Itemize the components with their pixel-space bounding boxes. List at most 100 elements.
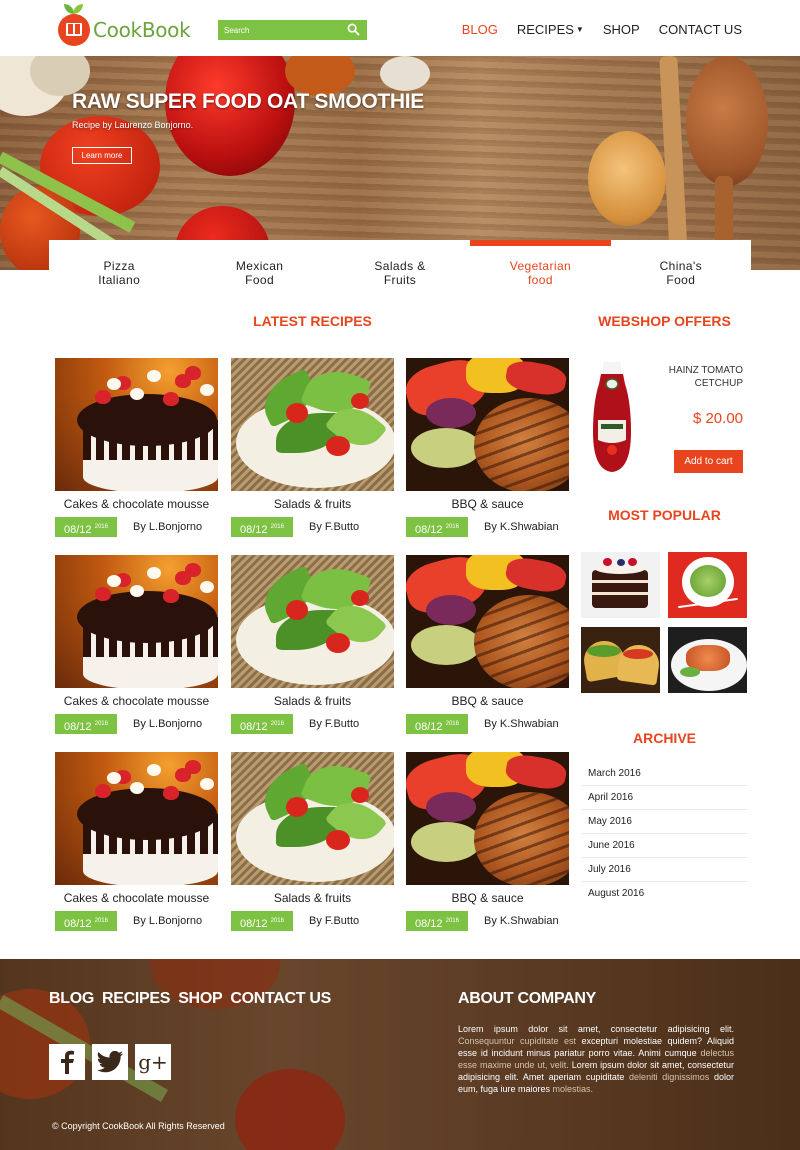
date-badge: 08/12 2016 [231,517,293,537]
recipe-card[interactable]: Cakes & chocolate mousse 08/12 2016 By L.B… [55,555,218,734]
recipe-meta: 08/12 2016 By K.Shwabian [406,517,569,537]
about-text-part: Consequuntur cupiditate est [458,1036,577,1046]
recipe-title[interactable]: Cakes & chocolate mousse [55,497,218,512]
nav-shop[interactable]: SHOP [603,22,640,37]
google-plus-icon[interactable]: g+ [135,1044,171,1080]
tab-label-line1: Vegetarian [509,259,572,273]
recipe-image[interactable] [231,752,394,885]
hero-banner: RAW SUPER FOOD OAT SMOOTHIE Recipe by La… [0,56,800,270]
archive-item[interactable]: April 2016 [582,786,747,810]
popular-item-tacos[interactable] [581,627,660,693]
recipe-author: By L.Bonjorno [133,521,203,533]
tab-pizza-italiano[interactable]: Pizza Italiano [49,240,189,298]
popular-item-salad[interactable] [668,552,747,618]
recipe-meta: 08/12 2016 By L.Bonjorno [55,714,218,734]
archive-item[interactable]: July 2016 [582,858,747,882]
archive-item[interactable]: March 2016 [582,762,747,786]
footer-nav-shop[interactable]: SHOP [178,990,222,1008]
nav-blog[interactable]: BLOG [462,22,498,37]
archive-item[interactable]: June 2016 [582,834,747,858]
date-day: 08/12 [415,918,443,930]
recipe-meta: 08/12 2016 By L.Bonjorno [55,911,218,931]
archive-item[interactable]: August 2016 [582,882,747,906]
tab-label-line2: Food [245,273,275,287]
add-to-cart-button[interactable]: Add to cart [674,450,743,473]
recipe-meta: 08/12 2016 By F.Butto [231,517,394,537]
recipe-title[interactable]: Cakes & chocolate mousse [55,891,218,906]
footer-nav-contact[interactable]: CONTACT US [230,990,331,1008]
tab-label-line2: Fruits [383,273,417,287]
recipe-card[interactable]: BBQ & sauce 08/12 2016 By K.Shwabian [406,752,569,931]
tab-mexican-food[interactable]: Mexican Food [189,240,329,298]
search-icon[interactable] [347,23,360,36]
popular-item-cake[interactable] [581,552,660,618]
popular-item-salmon[interactable] [668,627,747,693]
footer: BLOG RECIPES SHOP CONTACT US g+ © Copyri… [0,959,800,1150]
date-badge: 08/12 2016 [55,911,117,931]
webshop-title: WEBSHOP OFFERS [598,313,731,329]
archive-item[interactable]: May 2016 [582,810,747,834]
archive-list: March 2016 April 2016 May 2016 June 2016… [582,762,747,906]
tab-vegetarian-food[interactable]: Vegetarian food [470,240,612,298]
date-badge: 08/12 2016 [231,911,293,931]
recipe-image[interactable] [231,358,394,491]
date-year: 2016 [94,918,108,924]
date-year: 2016 [445,918,459,924]
footer-nav-blog[interactable]: BLOG [49,990,94,1008]
facebook-icon[interactable] [49,1044,85,1080]
date-day: 08/12 [64,524,92,536]
learn-more-button[interactable]: Learn more [72,147,132,164]
recipe-card[interactable]: Cakes & chocolate mousse 08/12 2016 By L.B… [55,752,218,931]
date-year: 2016 [94,524,108,530]
recipe-image[interactable] [406,555,569,688]
tab-label-line2: Food [666,273,696,287]
book-apple-icon [58,4,90,48]
search-input[interactable] [218,25,343,35]
recipe-card[interactable]: Salads & fruits 08/12 2016 By F.Butto [231,555,394,734]
product-name: HAINZ TOMATO CETCHUP [668,365,743,389]
recipe-title[interactable]: BBQ & sauce [406,694,569,709]
recipe-image[interactable] [55,752,218,885]
tab-salads-fruits[interactable]: Salads & Fruits [330,240,470,298]
recipe-card[interactable]: BBQ & sauce 08/12 2016 By K.Shwabian [406,555,569,734]
recipe-card[interactable]: Salads & fruits 08/12 2016 By F.Butto [231,752,394,931]
recipe-author: By L.Bonjorno [133,718,203,730]
recipe-title[interactable]: Salads & fruits [231,891,394,906]
footer-nav: BLOG RECIPES SHOP CONTACT US [49,990,331,1008]
recipe-card[interactable]: Cakes & chocolate mousse 08/12 2016 By L.B… [55,358,218,537]
about-company-title: ABOUT COMPANY [458,990,597,1007]
recipe-meta: 08/12 2016 By K.Shwabian [406,911,569,931]
recipe-image[interactable] [55,358,218,491]
nav-recipes[interactable]: RECIPES ▼ [517,22,584,37]
twitter-icon[interactable] [92,1044,128,1080]
recipe-title[interactable]: BBQ & sauce [406,497,569,512]
logo[interactable]: CookBook [58,4,191,48]
product-price: $ 20.00 [692,410,743,427]
copyright-text: © Copyright CookBook All Rights Reserved [52,1121,225,1131]
recipe-image[interactable] [55,555,218,688]
recipe-image[interactable] [406,752,569,885]
recipe-author: By L.Bonjorno [133,915,203,927]
date-badge: 08/12 2016 [55,714,117,734]
date-day: 08/12 [415,524,443,536]
date-year: 2016 [94,721,108,727]
recipe-title[interactable]: Cakes & chocolate mousse [55,694,218,709]
recipe-image[interactable] [406,358,569,491]
recipe-image[interactable] [231,555,394,688]
recipe-title[interactable]: Salads & fruits [231,497,394,512]
ketchup-bottle-image[interactable] [591,362,633,474]
archive-title: ARCHIVE [632,730,696,746]
date-badge: 08/12 2016 [406,517,468,537]
footer-nav-recipes[interactable]: RECIPES [102,990,170,1008]
recipe-title[interactable]: Salads & fruits [231,694,394,709]
date-year: 2016 [270,721,284,727]
caret-down-icon: ▼ [575,25,584,34]
search-bar [218,20,367,40]
tab-chinas-food[interactable]: China's Food [611,240,751,298]
tab-label-line2: Italiano [98,273,141,287]
recipe-title[interactable]: BBQ & sauce [406,891,569,906]
recipe-card[interactable]: Salads & fruits 08/12 2016 By F.Butto [231,358,394,537]
recipe-card[interactable]: BBQ & sauce 08/12 2016 By K.Shwabian [406,358,569,537]
nav-contact[interactable]: CONTACT US [659,22,742,37]
about-text-part: molestias. [552,1084,594,1094]
